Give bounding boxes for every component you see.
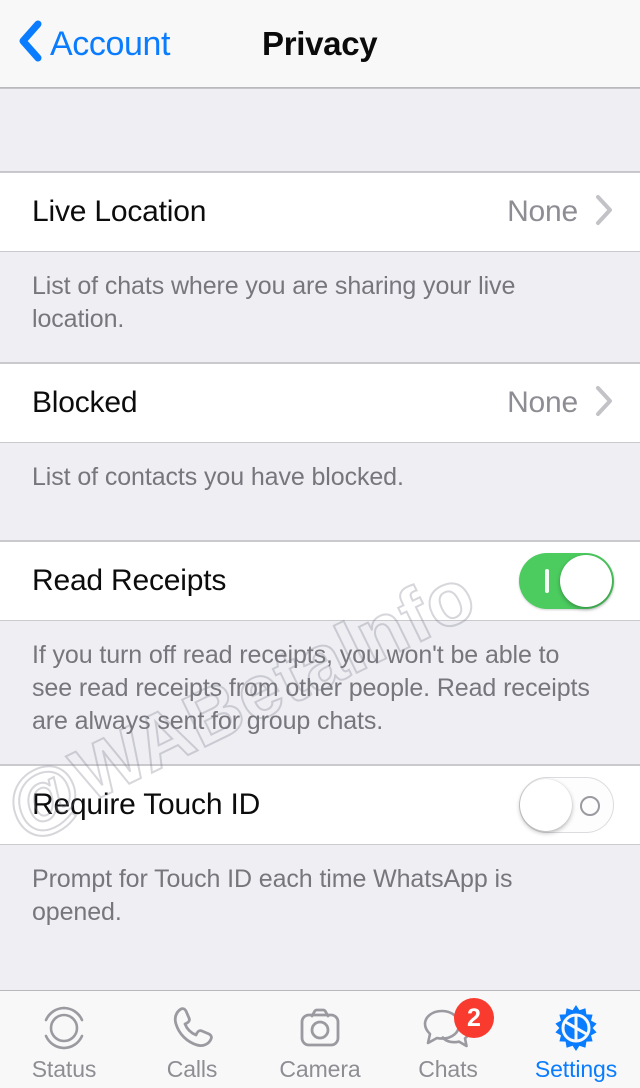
toggle-knob <box>560 555 612 607</box>
tab-settings-label: Settings <box>534 1056 618 1082</box>
toggle-knob <box>520 779 572 831</box>
tab-chats-label: Chats <box>418 1056 478 1082</box>
row-blocked-label: Blocked <box>32 386 138 419</box>
row-require-touch-id-label: Require Touch ID <box>32 788 261 821</box>
back-button-label: Account <box>50 24 171 63</box>
status-rings-icon <box>38 1002 90 1054</box>
row-read-receipts[interactable]: Read Receipts <box>0 541 640 621</box>
row-live-location-value: None <box>507 195 578 228</box>
footer-require-touch-id: Prompt for Touch ID each time WhatsApp i… <box>0 845 640 959</box>
row-live-location-label: Live Location <box>32 195 207 228</box>
tab-calls-label: Calls <box>166 1056 218 1082</box>
row-blocked[interactable]: Blocked None <box>0 363 640 443</box>
tab-camera-label: Camera <box>279 1056 361 1082</box>
tab-chats[interactable]: 2 Chats <box>384 991 512 1088</box>
row-live-location[interactable]: Live Location None <box>0 172 640 252</box>
camera-icon <box>294 1002 346 1054</box>
page-title: Privacy <box>262 24 378 62</box>
footer-read-receipts: If you turn off read receipts, you won't… <box>0 621 640 765</box>
back-button-account[interactable]: Account <box>17 19 170 68</box>
chevron-left-icon <box>17 19 43 68</box>
phone-icon <box>166 1002 218 1054</box>
footer-read-receipts-text: If you turn off read receipts, you won't… <box>32 641 590 735</box>
navigation-bar: Account Privacy <box>0 0 640 88</box>
toggle-read-receipts[interactable] <box>519 553 614 609</box>
tab-calls[interactable]: Calls <box>128 991 256 1088</box>
list-top-spacer <box>0 88 640 172</box>
row-require-touch-id[interactable]: Require Touch ID <box>0 765 640 845</box>
settings-list[interactable]: Live Location None List of chats where y… <box>0 88 640 990</box>
footer-live-location-text: List of chats where you are sharing your… <box>32 272 516 333</box>
toggle-on-bar-icon <box>545 569 549 593</box>
tab-status-label: Status <box>31 1056 97 1082</box>
tab-status[interactable]: Status <box>0 991 128 1088</box>
footer-live-location: List of chats where you are sharing your… <box>0 252 640 363</box>
footer-blocked: List of contacts you have blocked. <box>0 443 640 541</box>
row-read-receipts-label: Read Receipts <box>32 564 227 597</box>
app-screen: Account Privacy Live Location None List … <box>0 0 640 1088</box>
chat-bubbles-icon: 2 <box>420 998 494 1054</box>
chevron-right-icon <box>594 384 614 423</box>
chats-unread-badge: 2 <box>454 998 494 1038</box>
tab-bar: Status Calls Camera 2 Chats Settings <box>0 990 640 1088</box>
row-blocked-value: None <box>507 386 578 419</box>
chevron-right-icon <box>594 193 614 232</box>
footer-require-touch-id-text: Prompt for Touch ID each time WhatsApp i… <box>32 865 513 926</box>
tab-camera[interactable]: Camera <box>256 991 384 1088</box>
footer-blocked-text: List of contacts you have blocked. <box>32 463 404 491</box>
toggle-require-touch-id[interactable] <box>519 777 614 833</box>
toggle-off-circle-icon <box>580 796 600 816</box>
gear-icon <box>550 1002 602 1054</box>
tab-settings[interactable]: Settings <box>512 991 640 1088</box>
